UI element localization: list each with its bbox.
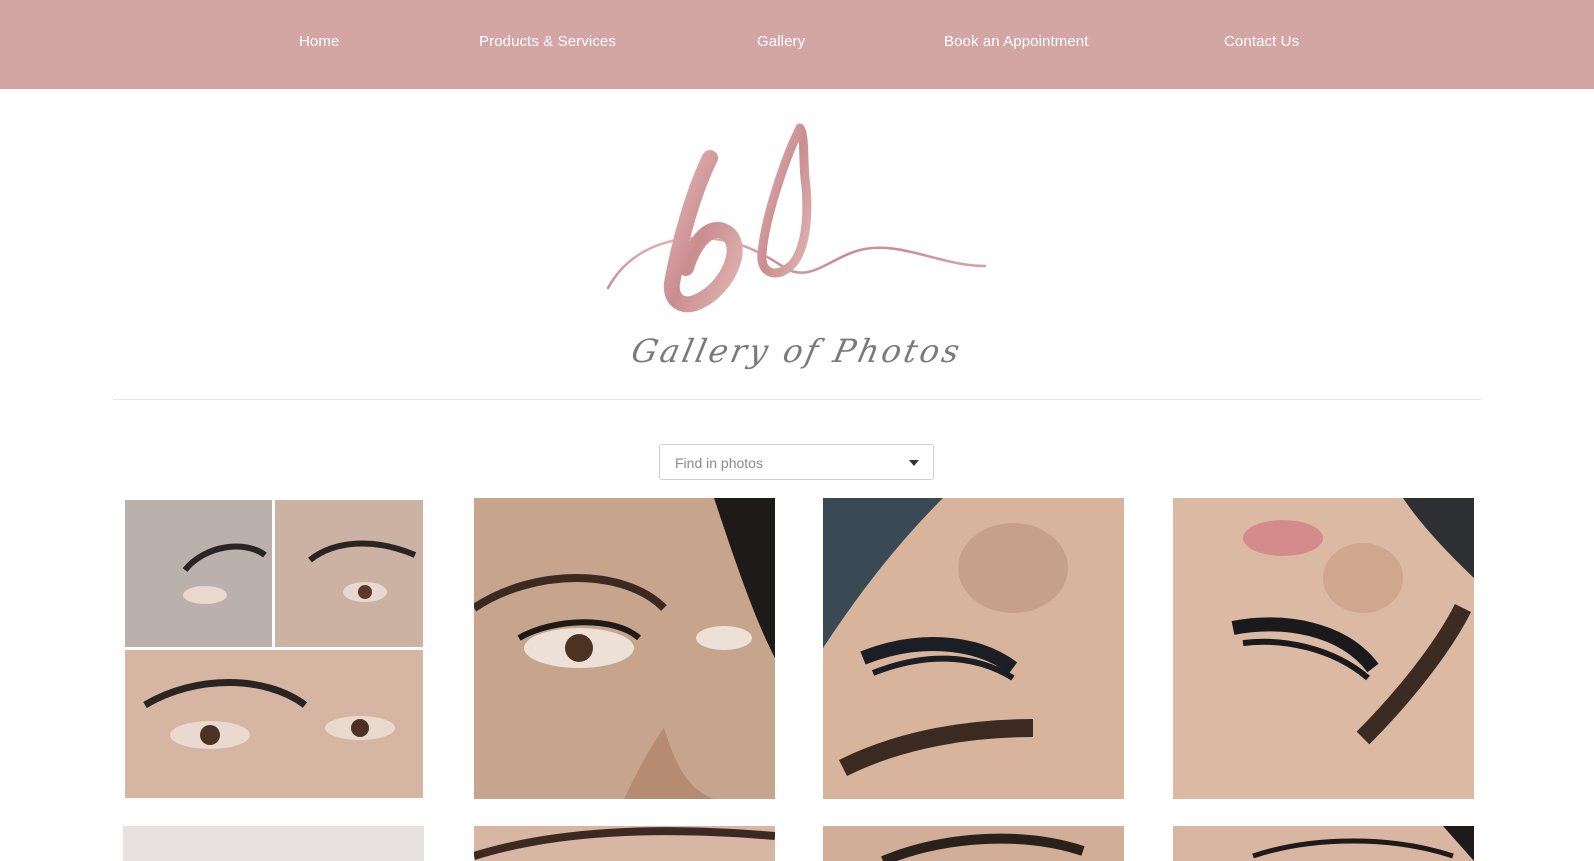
- gallery-photo-8[interactable]: [1173, 826, 1474, 861]
- nav-book-appointment-link[interactable]: Book an Appointment: [944, 33, 1089, 50]
- gallery-photo-2[interactable]: [474, 498, 775, 799]
- chevron-down-icon: [909, 460, 919, 466]
- gallery-photo-6[interactable]: [474, 826, 775, 861]
- nav-contact-us-link[interactable]: Contact Us: [1224, 33, 1299, 50]
- brand-logo[interactable]: [600, 118, 990, 318]
- nav-home-link[interactable]: Home: [299, 33, 339, 50]
- nav-products-services-link[interactable]: Products & Services: [479, 33, 616, 50]
- gallery-photo-7[interactable]: [823, 826, 1124, 861]
- divider: [113, 399, 1481, 400]
- search-placeholder: Find in photos: [675, 455, 763, 471]
- gallery-photo-1[interactable]: [125, 500, 423, 798]
- gallery-photo-5[interactable]: [123, 826, 424, 861]
- gallery-photo-3[interactable]: [823, 498, 1124, 799]
- nav-gallery-link[interactable]: Gallery: [757, 33, 805, 50]
- page-title: Gallery of Photos: [628, 332, 966, 370]
- top-navbar: Home Products & Services Gallery Book an…: [0, 0, 1594, 89]
- gallery-photo-4[interactable]: [1173, 498, 1474, 799]
- photo-search-dropdown[interactable]: Find in photos: [659, 444, 934, 480]
